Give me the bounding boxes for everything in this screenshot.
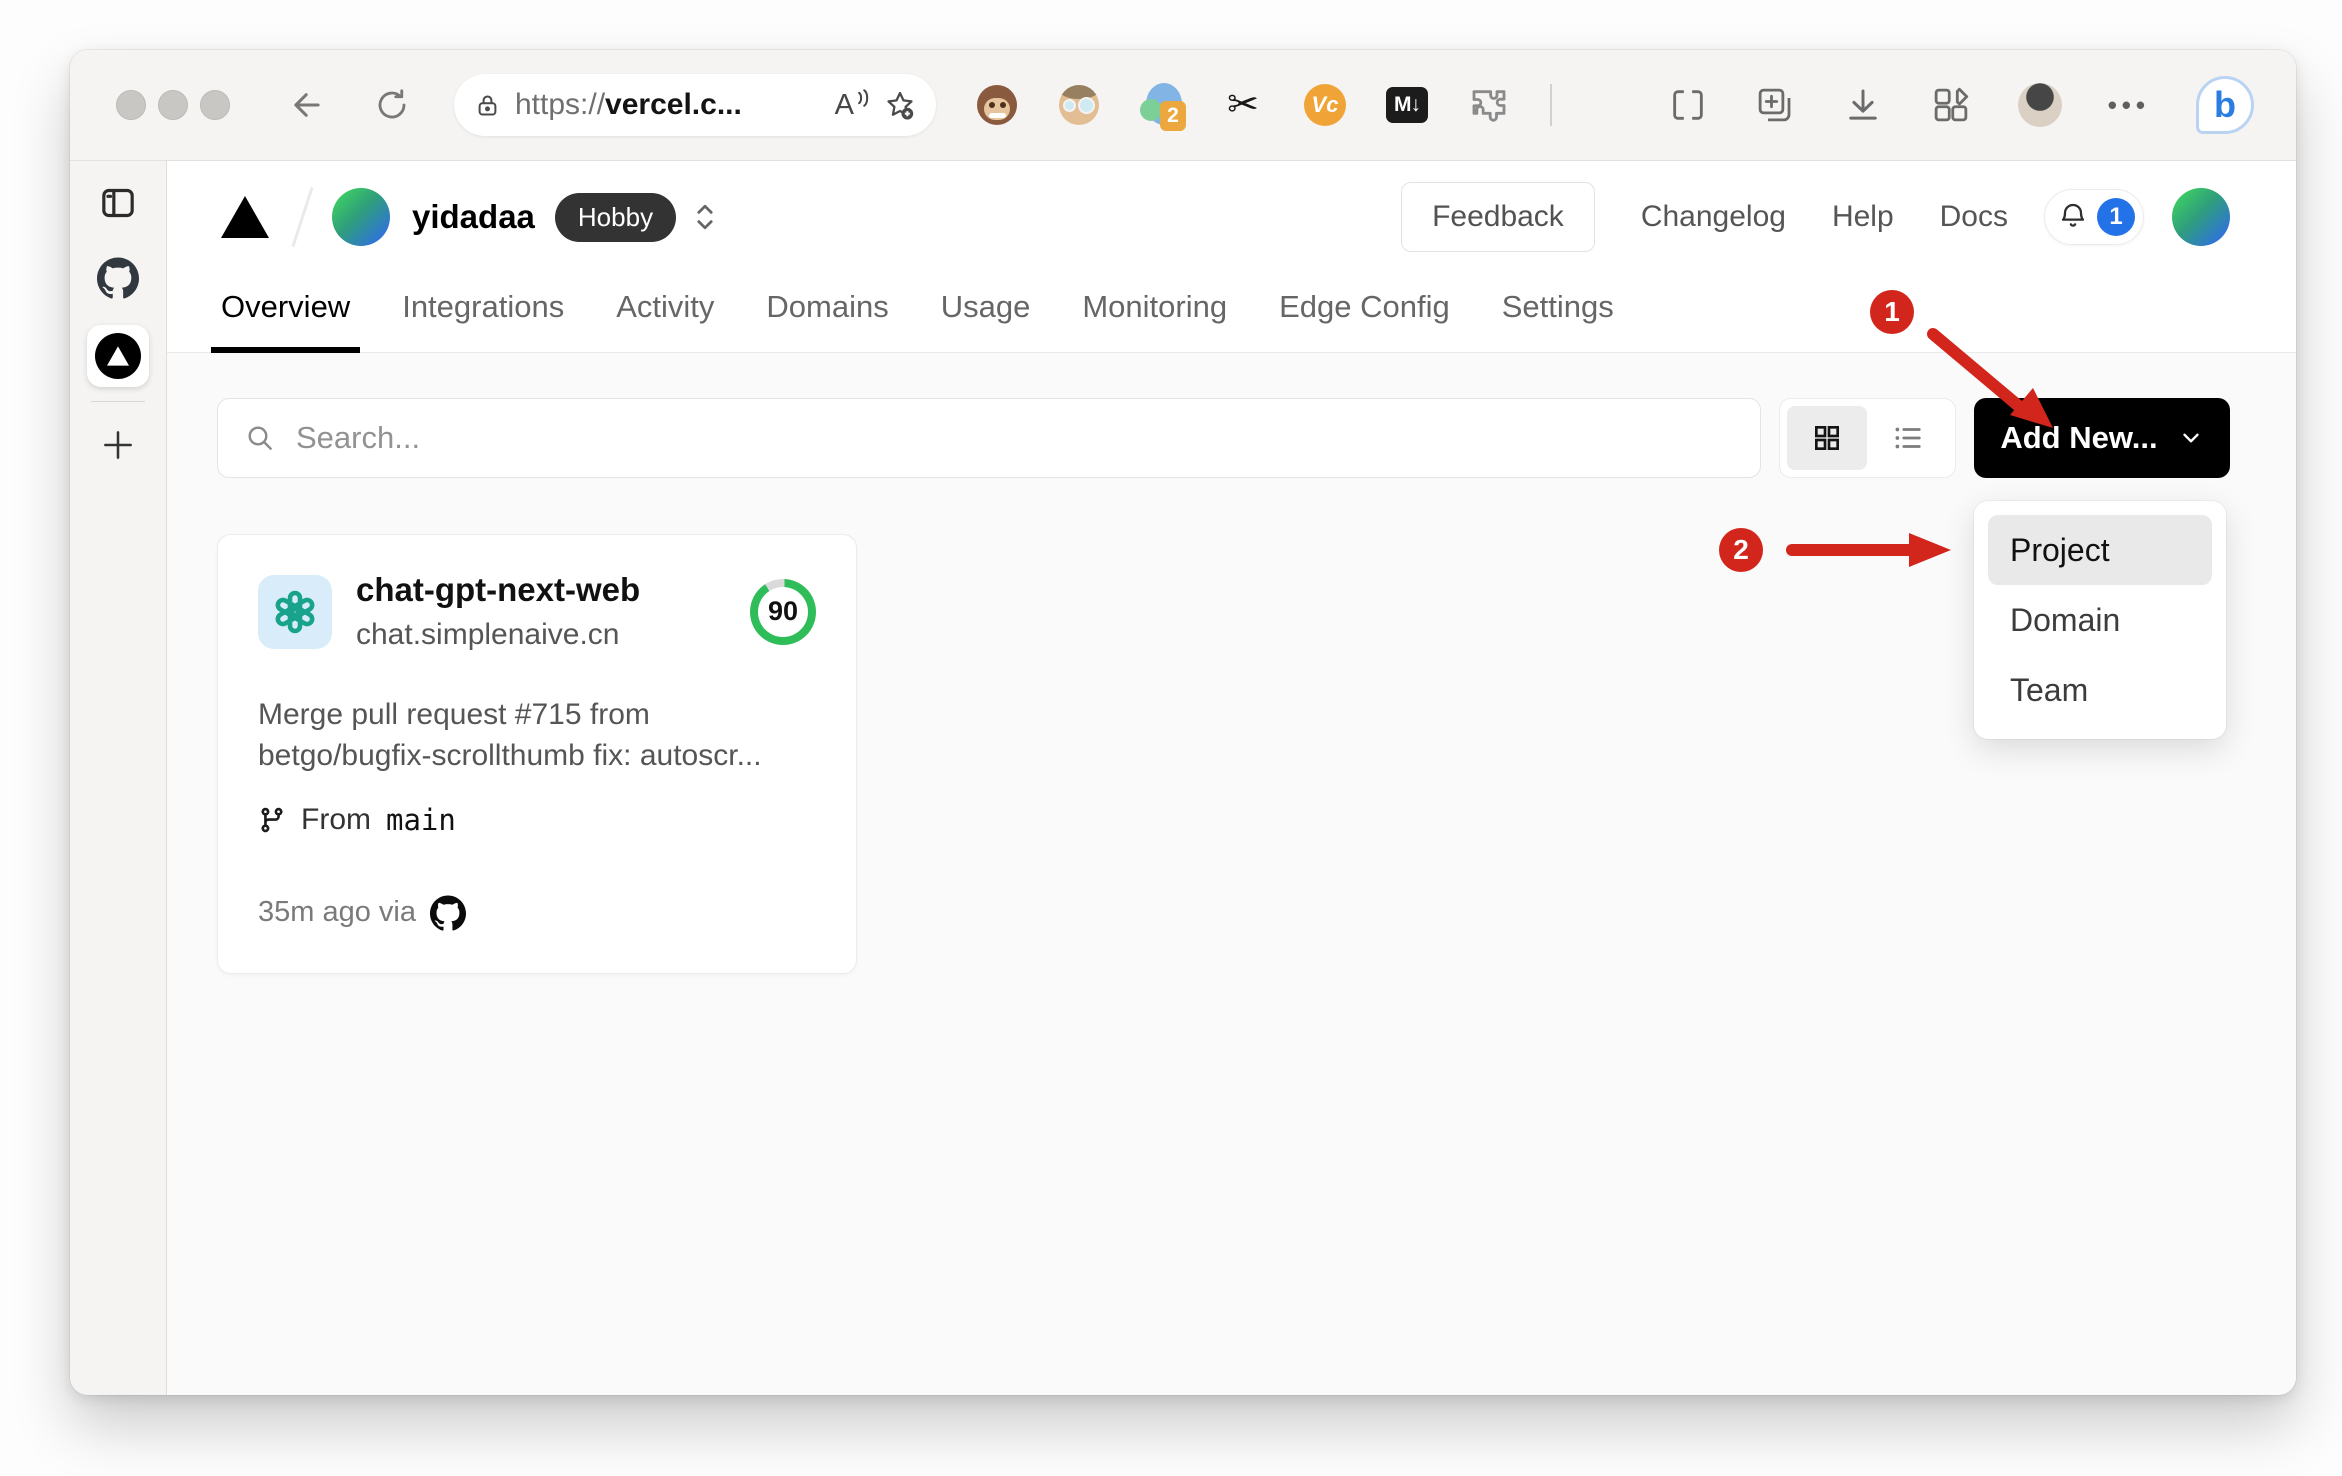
tab-usage[interactable]: Usage [931,273,1041,352]
notification-count-badge: 1 [2097,198,2135,236]
list-view-button[interactable] [1868,406,1948,470]
tampermonkey-extension-icon[interactable] [976,84,1018,126]
add-favorite-icon[interactable] [884,89,916,121]
sidebar-toggle-icon[interactable] [98,183,138,223]
breadcrumb-slash [291,187,314,247]
project-card[interactable]: chat-gpt-next-web chat.simplenaive.cn 90… [217,534,857,974]
notifications-button[interactable]: 1 [2044,189,2144,245]
add-new-button[interactable]: Add New... [1974,398,2230,478]
search-placeholder: Search... [296,420,421,455]
bell-icon [2057,201,2089,233]
extensions-puzzle-icon[interactable] [1468,84,1510,126]
vercel-dashboard: yidadaa Hobby Feedback Changelog Help Do… [167,161,2296,1395]
dropdown-item-team[interactable]: Team [1988,655,2212,725]
github-icon [430,895,466,931]
add-new-dropdown: Project Domain Team [1974,501,2226,739]
dropdown-item-project[interactable]: Project [1988,515,2212,585]
branch-name: main [386,802,456,837]
toolbar-right: ••• b [1668,76,2254,134]
branch-row: From main [258,803,816,837]
dashboard-tabs: Overview Integrations Activity Domains U… [167,273,2296,353]
split-screen-icon[interactable] [1668,85,1708,125]
monkey-icon [977,85,1017,125]
team-avatar[interactable] [332,188,390,246]
back-icon[interactable] [288,86,326,124]
browser-body: yidadaa Hobby Feedback Changelog Help Do… [70,160,2296,1395]
tab-settings[interactable]: Settings [1492,273,1624,352]
new-tab-icon[interactable] [99,426,137,464]
vercel-tab-active[interactable] [87,325,149,387]
project-domain[interactable]: chat.simplenaive.cn [356,618,640,652]
window-controls [116,90,230,120]
github-tab-icon[interactable] [97,257,139,299]
view-toggle [1779,398,1956,478]
lock-icon [474,92,501,119]
user-avatar[interactable] [2172,188,2230,246]
git-branch-icon [258,806,286,834]
browser-sidebar [70,161,167,1395]
project-card-header: chat-gpt-next-web chat.simplenaive.cn 90 [258,571,816,652]
minimize-window-button[interactable] [158,90,188,120]
close-window-button[interactable] [116,90,146,120]
project-name[interactable]: chat-gpt-next-web [356,571,640,609]
extensions-row: 2 ✂ Vc M↓ [976,83,1510,131]
toolbar-divider [1550,84,1552,126]
plan-badge: Hobby [554,192,677,242]
search-icon [244,422,276,454]
vc-extension-icon[interactable]: Vc [1304,84,1346,126]
tab-monitoring[interactable]: Monitoring [1072,273,1237,352]
zoom-window-button[interactable] [200,90,230,120]
feedback-button[interactable]: Feedback [1401,182,1595,252]
commit-message[interactable]: Merge pull request #715 from betgo/bugfi… [258,694,816,777]
markdown-extension-icon[interactable]: M↓ [1386,84,1428,126]
browser-toolbar: https://vercel.c... A 2 ✂ Vc M↓ ••• b [70,50,2296,160]
bing-chat-icon[interactable]: b [2196,76,2254,134]
url-text[interactable]: https://vercel.c... [515,88,821,122]
girl-avatar-icon [1059,85,1099,125]
scissors-extension-icon[interactable]: ✂ [1222,84,1264,126]
docs-link[interactable]: Docs [1940,200,2008,234]
sidebar-divider [91,401,145,402]
tab-count-badge: 2 [1160,101,1186,131]
tab-manager-extension-icon[interactable]: 2 [1140,83,1186,131]
search-input[interactable]: Search... [217,398,1761,478]
help-link[interactable]: Help [1832,200,1894,234]
browser-window: https://vercel.c... A 2 ✂ Vc M↓ ••• b yi… [70,50,2296,1395]
more-menu-icon[interactable]: ••• [2108,90,2150,121]
vercel-logo[interactable] [221,196,269,238]
page-controls: Search... Add New... [217,398,2230,478]
apps-launcher-icon[interactable] [1930,84,1972,126]
dropdown-item-domain[interactable]: Domain [1988,585,2212,655]
address-bar[interactable]: https://vercel.c... A [454,74,936,136]
openai-logo-icon [275,590,315,633]
avatar-extension-icon[interactable] [1058,84,1100,126]
lighthouse-score-value: 90 [758,586,808,637]
tab-domains[interactable]: Domains [756,273,898,352]
grid-view-button[interactable] [1787,406,1867,470]
tab-count-icon: 2 [1140,83,1186,131]
vercel-favicon [95,333,141,379]
project-favicon [258,574,332,649]
lighthouse-score-ring[interactable]: 90 [750,578,816,645]
chevron-down-icon [2178,425,2204,451]
changelog-link[interactable]: Changelog [1641,200,1786,234]
downloads-icon[interactable] [1842,84,1884,126]
reload-icon[interactable] [374,87,410,123]
tab-integrations[interactable]: Integrations [392,273,574,352]
tab-edge-config[interactable]: Edge Config [1269,273,1460,352]
deployment-meta: 35m ago via [258,895,816,931]
site-header: yidadaa Hobby Feedback Changelog Help Do… [167,161,2296,273]
team-name[interactable]: yidadaa [412,198,535,236]
read-aloud-icon[interactable]: A [835,89,870,122]
scope-switcher-icon[interactable] [692,200,718,234]
profile-avatar[interactable] [2017,83,2062,127]
tab-activity[interactable]: Activity [606,273,724,352]
tab-overview[interactable]: Overview [211,273,361,353]
collections-icon[interactable] [1754,84,1796,126]
